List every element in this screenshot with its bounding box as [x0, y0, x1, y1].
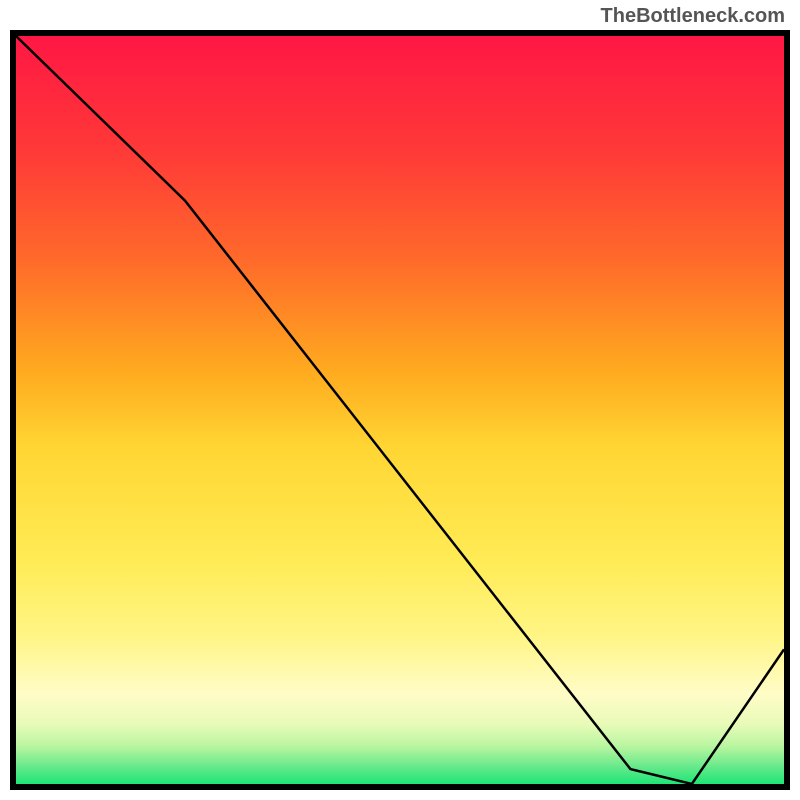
watermark-text: TheBottleneck.com — [601, 5, 785, 28]
chart-svg — [16, 36, 784, 784]
plot-area — [10, 30, 790, 790]
chart-container: TheBottleneck.com — [0, 0, 800, 800]
